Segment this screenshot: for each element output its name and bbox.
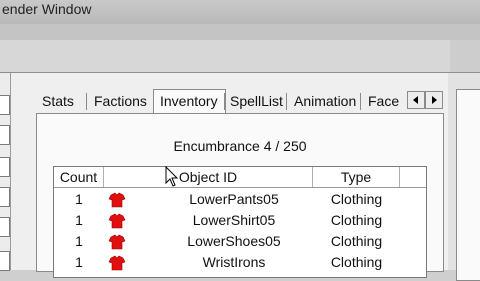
table-row[interactable]: 1 LowerShirt05 Clothing: [54, 210, 426, 231]
tab-spelllist[interactable]: SpellList: [230, 93, 283, 109]
column-header-count[interactable]: Count: [54, 167, 104, 187]
window-titlebar[interactable]: ender Window: [0, 0, 480, 24]
toolbar-right-edge: [450, 40, 480, 72]
main-area: Stats Factions Inventory SpellList Anima…: [0, 73, 480, 281]
row-object-id: LowerShoes05: [187, 233, 281, 249]
row-type: Clothing: [330, 191, 383, 207]
row-count: 1: [75, 233, 83, 249]
tab-divider: [360, 93, 361, 110]
tab-inventory[interactable]: Inventory: [160, 93, 218, 109]
tab-scroll-right-button[interactable]: [425, 91, 443, 109]
menu-bar: [0, 24, 480, 40]
red-shirt-icon: [108, 213, 126, 229]
tab-divider: [224, 93, 225, 110]
tab-animation[interactable]: Animation: [294, 93, 356, 109]
window-title: ender Window: [2, 1, 92, 17]
tab-bar: Stats Factions Inventory SpellList Anima…: [36, 89, 444, 115]
toolbar: [0, 40, 480, 73]
left-field-1[interactable]: [0, 95, 10, 115]
left-field-4[interactable]: [0, 187, 10, 207]
red-shirt-icon: [108, 234, 126, 250]
right-side-panel: [448, 73, 480, 281]
inventory-panel: Encumbrance 4 / 250 Count Object ID Type…: [36, 113, 444, 278]
table-row[interactable]: 1 LowerPants05 Clothing: [54, 189, 426, 210]
column-header-type[interactable]: Type: [313, 167, 400, 187]
row-count: 1: [75, 191, 83, 207]
left-field-3[interactable]: [0, 157, 10, 177]
inventory-table: Count Object ID Type 1 LowerPants05 Clot…: [53, 166, 427, 278]
tab-divider: [86, 93, 87, 110]
column-header-object-id[interactable]: Object ID: [104, 167, 313, 187]
red-shirt-icon: [108, 255, 126, 271]
triangle-left-icon: [413, 96, 418, 104]
tab-factions[interactable]: Factions: [94, 93, 147, 109]
encumbrance-label: Encumbrance 4 / 250: [173, 138, 307, 154]
left-field-5[interactable]: [0, 217, 10, 237]
triangle-right-icon: [432, 96, 437, 104]
tab-scroll-arrows: [407, 91, 443, 109]
tab-scroll-left-button[interactable]: [407, 91, 425, 109]
left-field-2[interactable]: [0, 125, 10, 145]
mouse-pointer-icon: [165, 166, 179, 187]
row-type: Clothing: [330, 233, 383, 249]
row-object-id: LowerPants05: [189, 191, 279, 207]
table-header: Count Object ID Type: [54, 167, 426, 188]
row-count: 1: [75, 212, 83, 228]
row-type: Clothing: [330, 212, 383, 228]
row-object-id: LowerShirt05: [192, 212, 276, 228]
left-fields-strip: [0, 73, 11, 271]
table-row[interactable]: 1 LowerShoes05 Clothing: [54, 231, 426, 252]
tab-stats[interactable]: Stats: [42, 93, 74, 109]
tab-face[interactable]: Face: [368, 93, 399, 109]
left-field-6[interactable]: [0, 251, 10, 271]
right-inner-frame: [456, 89, 480, 281]
tab-divider: [286, 93, 287, 110]
red-shirt-icon: [108, 192, 126, 208]
